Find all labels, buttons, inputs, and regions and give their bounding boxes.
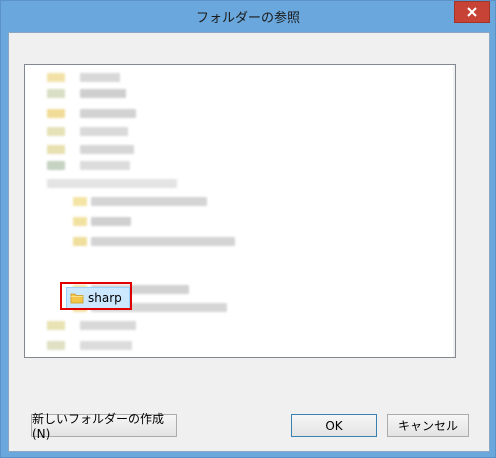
window-title: フォルダーの参照 [195,11,300,26]
scroll-thumb[interactable] [455,123,456,235]
title-bar: フォルダーの参照 [1,1,495,32]
scroll-up-button[interactable] [453,65,455,82]
tree-scrollbar[interactable] [453,65,456,357]
highlight-box [60,282,132,310]
cancel-button[interactable]: キャンセル [387,414,469,437]
folder-browse-dialog: フォルダーの参照 sharp 新しいフォルダーの作成(N) OK キャンセル [0,0,496,458]
new-folder-button[interactable]: 新しいフォルダーの作成(N) [31,412,177,441]
scroll-down-button[interactable] [453,340,455,357]
folder-tree[interactable] [24,64,456,358]
ok-button[interactable]: OK [291,414,377,437]
close-icon [466,3,478,22]
close-button[interactable] [454,1,490,23]
